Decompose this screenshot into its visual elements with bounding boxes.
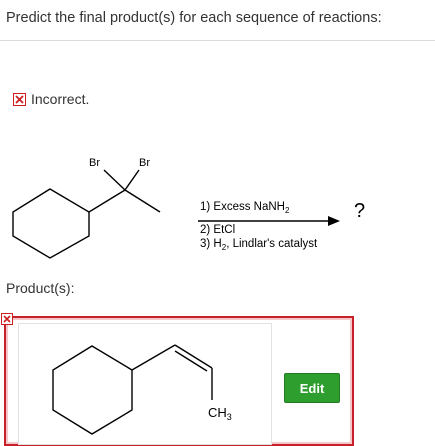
cyclohexane-ring — [12, 188, 90, 259]
starting-material — [12, 169, 161, 259]
divider — [0, 40, 435, 41]
bond-ring-to-c — [88, 189, 126, 213]
status-text: Incorrect. — [31, 91, 90, 107]
product-label: Product(s): — [6, 280, 75, 296]
reaction-scheme: Br Br 1) Excess NaNH2 2) EtCl 3) H2, Lin… — [12, 157, 365, 259]
question-prompt: Predict the final product(s) for each se… — [6, 10, 382, 26]
product-structure: CH3 — [52, 344, 232, 435]
bond-c-ch3 — [124, 189, 161, 213]
methyl-label: CH3 — [208, 405, 232, 422]
edit-button[interactable]: Edit — [284, 373, 340, 403]
reaction-arrow-head — [328, 216, 340, 226]
bond-ring-to-ch2 — [131, 344, 176, 371]
br-label-1: Br — [89, 157, 100, 169]
product-cyclohexane-ring — [52, 345, 133, 435]
bond-alkene — [174, 344, 213, 369]
incorrect-x-icon — [13, 92, 26, 106]
answer-status: Incorrect. — [13, 91, 89, 107]
bond-c-br1 — [103, 169, 126, 191]
bond-alkene-second — [174, 350, 208, 372]
bond-c-br2 — [124, 169, 140, 191]
br-label-2: Br — [139, 157, 150, 169]
unknown-product-mark: ? — [354, 200, 365, 222]
reagent-step-1: 1) Excess NaNH2 — [200, 201, 290, 215]
reagent-step-2: 2) EtCl — [200, 224, 235, 236]
reagent-step-3: 3) H2, Lindlar's catalyst — [200, 238, 318, 252]
